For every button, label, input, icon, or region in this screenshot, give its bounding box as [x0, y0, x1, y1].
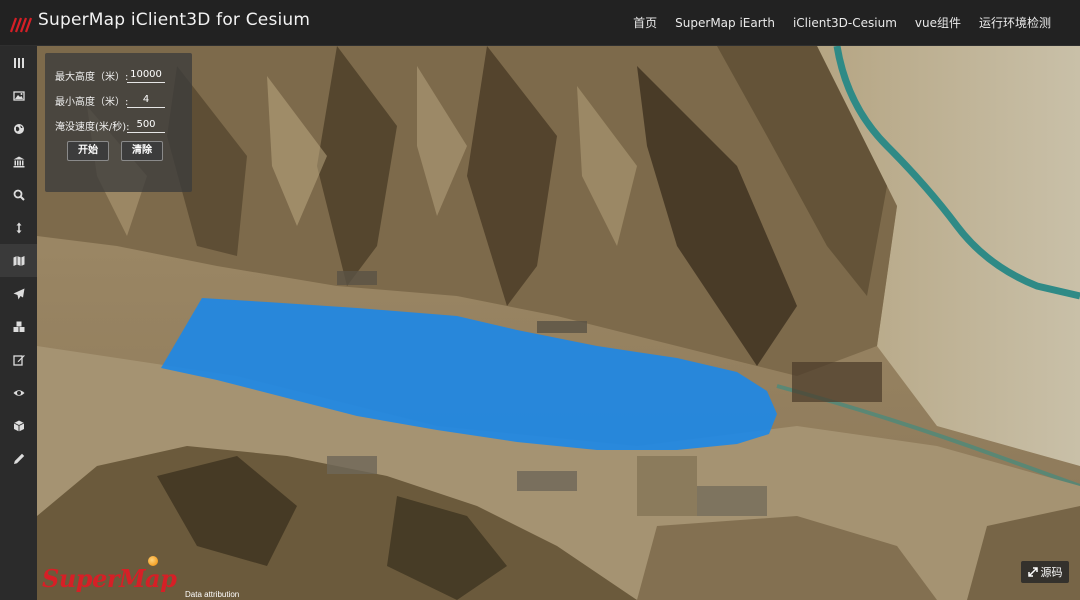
sidebar-measure-height-button[interactable] [0, 211, 37, 244]
panel-buttons: 开始 清除 [55, 141, 182, 161]
nav-environment-check[interactable]: 运行环境检测 [970, 0, 1060, 46]
pencil-icon [13, 453, 24, 464]
min-height-label: 最小高度（米）: [55, 96, 129, 108]
sidebar-visibility-button[interactable] [0, 376, 37, 409]
nav-home[interactable]: 首页 [624, 0, 666, 46]
sidebar-globe-button[interactable] [0, 112, 37, 145]
source-code-button[interactable]: 源码 [1021, 561, 1069, 583]
cube-icon [13, 420, 24, 431]
supermap-logo-icon [10, 17, 32, 33]
speed-row: 淹没速度(米/秒): [55, 113, 182, 137]
max-height-label: 最大高度（米）: [55, 71, 129, 83]
data-attribution-link[interactable]: Data attribution [185, 590, 239, 599]
bank-icon [13, 156, 24, 167]
sidebar [0, 46, 37, 600]
menu-icon [13, 57, 24, 68]
nav-vue-components[interactable]: vue组件 [906, 0, 970, 46]
sidebar-flight-button[interactable] [0, 277, 37, 310]
search-icon [13, 189, 25, 201]
sidebar-models-button[interactable] [0, 310, 37, 343]
app-title: SuperMap iClient3D for Cesium [38, 10, 311, 30]
scene-viewport[interactable] [37, 46, 1080, 600]
max-height-input[interactable] [127, 67, 165, 83]
map-icon [13, 255, 24, 266]
top-header: SuperMap iClient3D for Cesium 首页 SuperMa… [0, 0, 1080, 46]
speed-input[interactable] [127, 117, 165, 133]
cubes-icon [13, 321, 24, 332]
expand-arrows-icon [1027, 567, 1038, 577]
max-height-row: 最大高度（米）: [55, 63, 182, 87]
resize-vertical-icon [16, 222, 21, 233]
sidebar-search-button[interactable] [0, 178, 37, 211]
paper-plane-icon [13, 288, 24, 299]
supermap-brand-logo: SuperMap [42, 564, 177, 593]
edit-icon [12, 354, 25, 366]
top-nav: 首页 SuperMap iEarth iClient3D-Cesium vue组… [624, 0, 1060, 46]
sidebar-cube-button[interactable] [0, 409, 37, 442]
image-icon [12, 90, 25, 101]
sidebar-bank-button[interactable] [0, 145, 37, 178]
min-height-input[interactable] [127, 92, 165, 108]
sidebar-map-button[interactable] [0, 244, 37, 277]
brand-dot-icon [148, 556, 158, 566]
flood-analysis-panel: 最大高度（米）: 最小高度（米）: 淹没速度(米/秒): 开始 清除 [45, 53, 192, 192]
min-height-row: 最小高度（米）: [55, 88, 182, 112]
sidebar-image-button[interactable] [0, 79, 37, 112]
nav-supermap-iearth[interactable]: SuperMap iEarth [666, 0, 784, 46]
nav-iclient3d-cesium[interactable]: iClient3D-Cesium [784, 0, 906, 46]
terrain-scene [37, 46, 1080, 600]
speed-label: 淹没速度(米/秒): [55, 121, 130, 133]
sidebar-menu-button[interactable] [0, 46, 37, 79]
sidebar-draw-button[interactable] [0, 442, 37, 475]
sidebar-edit-button[interactable] [0, 343, 37, 376]
start-button[interactable]: 开始 [67, 141, 109, 161]
source-code-label: 源码 [1040, 566, 1063, 579]
clear-button[interactable]: 清除 [121, 141, 163, 161]
eye-icon [13, 389, 24, 396]
globe-icon [13, 123, 24, 134]
